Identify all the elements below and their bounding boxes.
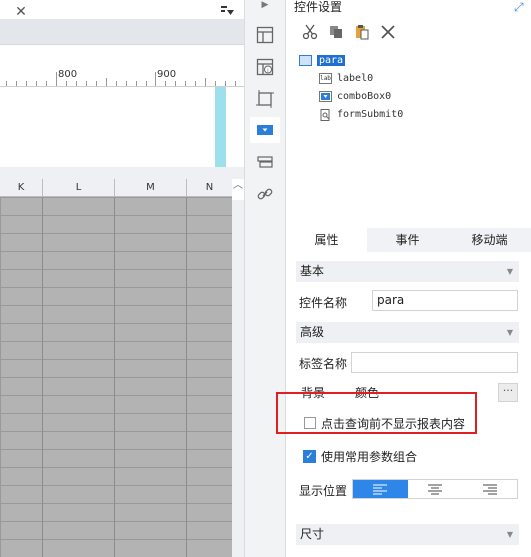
tab-mobile[interactable]: 移动端 <box>448 228 531 252</box>
ruler-tick <box>146 81 147 86</box>
frame-icon[interactable] <box>255 89 275 109</box>
svg-text:i: i <box>267 68 268 74</box>
alignment-toggle-group <box>352 479 518 499</box>
form-submit-icon <box>319 108 332 121</box>
ruler-tick <box>86 81 87 86</box>
ruler-tick <box>46 81 47 86</box>
horizontal-ruler: 800 900 <box>0 65 244 87</box>
grid-line <box>186 197 187 557</box>
ruler-tick <box>136 81 137 86</box>
hide-before-query-label[interactable]: 点击查询前不显示报表内容 <box>321 415 465 432</box>
canvas-boundary-marker[interactable] <box>215 87 226 167</box>
combobox-icon[interactable] <box>255 120 275 140</box>
cut-icon[interactable] <box>300 22 320 42</box>
use-param-combo-label[interactable]: 使用常用参数组合 <box>321 448 417 465</box>
chevron-down-icon: ▼ <box>506 530 513 539</box>
background-edit-button[interactable]: ··· <box>498 383 518 402</box>
align-center-button[interactable] <box>408 480 463 498</box>
chevron-down-icon: ▼ <box>506 267 513 276</box>
section-advanced[interactable]: 高级 ▼ <box>296 322 519 343</box>
vertical-scrollbar[interactable] <box>232 200 244 557</box>
tree-node-child[interactable]: formSubmit0 <box>319 106 403 123</box>
tab-events[interactable]: 事件 <box>367 228 448 252</box>
use-param-combo-checkbox[interactable]: ✓ <box>303 450 316 463</box>
tree-node-child[interactable]: comboBox0 <box>319 88 391 105</box>
section-title: 尺寸 <box>300 527 325 541</box>
tree-node-child[interactable]: lab label0 <box>319 70 373 87</box>
tree-node-label[interactable]: formSubmit0 <box>337 109 403 120</box>
tab-properties[interactable]: 属性 <box>286 228 367 252</box>
tab-menu-icon[interactable] <box>221 5 235 19</box>
grid-line <box>42 197 43 557</box>
ruler-tick <box>155 72 156 86</box>
canvas-divider <box>0 167 244 179</box>
tag-name-label: 标签名称 <box>299 357 348 371</box>
ruler-tick <box>235 81 236 86</box>
label-icon: lab <box>319 73 332 84</box>
chevron-down-icon: ▼ <box>506 328 513 337</box>
column-header-l[interactable]: L <box>43 179 115 197</box>
align-left-button[interactable] <box>353 480 408 498</box>
document-tab-bar <box>0 19 244 45</box>
parameter-panel-icon <box>299 55 312 66</box>
close-tab-icon[interactable]: ✕ <box>14 4 28 20</box>
ruler-tick <box>26 81 27 86</box>
paste-icon[interactable] <box>352 22 372 42</box>
combobox-icon <box>319 91 332 102</box>
ruler-label: 800 <box>58 69 78 80</box>
expand-arrow-icon[interactable]: ▶ <box>256 0 274 12</box>
ruler-tick <box>185 81 186 86</box>
column-header-m[interactable]: M <box>115 179 187 197</box>
scroll-up-icon[interactable]: ︿ <box>232 180 244 192</box>
report-grid[interactable] <box>0 197 232 557</box>
ruler-label: 900 <box>157 69 177 80</box>
hide-before-query-checkbox[interactable] <box>304 417 316 429</box>
widget-icon-bar <box>244 0 286 557</box>
ruler-tick <box>225 81 226 86</box>
widget-name-input[interactable]: para <box>372 290 518 311</box>
tree-node-label[interactable]: label0 <box>337 73 373 84</box>
ruler-tick <box>76 81 77 86</box>
section-basic[interactable]: 基本 ▼ <box>296 261 519 282</box>
tag-name-input[interactable] <box>351 352 518 373</box>
ruler-tick <box>96 81 97 86</box>
grid-line <box>114 197 115 557</box>
ruler-tick <box>195 81 196 86</box>
panel-title: 控件设置 <box>294 0 343 14</box>
section-title: 基本 <box>300 264 325 278</box>
ruler-tick <box>6 81 7 86</box>
section-size[interactable]: 尺寸 ▼ <box>296 524 519 545</box>
ruler-tick <box>56 72 57 86</box>
ruler-tick <box>126 81 127 86</box>
tree-node-label[interactable]: comboBox0 <box>337 91 391 102</box>
section-title: 高级 <box>300 325 325 339</box>
ruler-tick <box>165 81 166 86</box>
ruler-tick <box>116 81 117 86</box>
ruler-tick <box>106 78 107 86</box>
stack-layout-icon[interactable] <box>255 152 275 172</box>
tree-node-root[interactable]: para <box>299 52 346 69</box>
info-layout-icon[interactable]: i <box>255 57 275 77</box>
display-position-label: 显示位置 <box>299 484 348 498</box>
layout-icon[interactable] <box>255 25 275 45</box>
ruler-tick <box>16 81 17 86</box>
ruler-tick <box>205 78 206 86</box>
widget-name-label: 控件名称 <box>299 296 348 310</box>
column-header-n[interactable]: N <box>187 179 232 197</box>
tree-node-label[interactable]: para <box>317 55 346 66</box>
ruler-tick <box>66 81 67 86</box>
copy-icon[interactable] <box>326 22 346 42</box>
delete-icon[interactable] <box>378 22 398 42</box>
top-strip <box>0 0 244 19</box>
column-header-row: K L M N <box>0 179 232 197</box>
ruler-tick <box>175 81 176 86</box>
ruler-tick <box>36 81 37 86</box>
parameter-canvas[interactable] <box>0 87 244 167</box>
ruler-tick <box>215 81 216 86</box>
column-header-k[interactable]: K <box>0 179 43 197</box>
collapse-panel-icon[interactable]: ⤢ <box>514 0 524 15</box>
align-right-button[interactable] <box>462 480 517 498</box>
link-icon[interactable] <box>255 184 275 204</box>
